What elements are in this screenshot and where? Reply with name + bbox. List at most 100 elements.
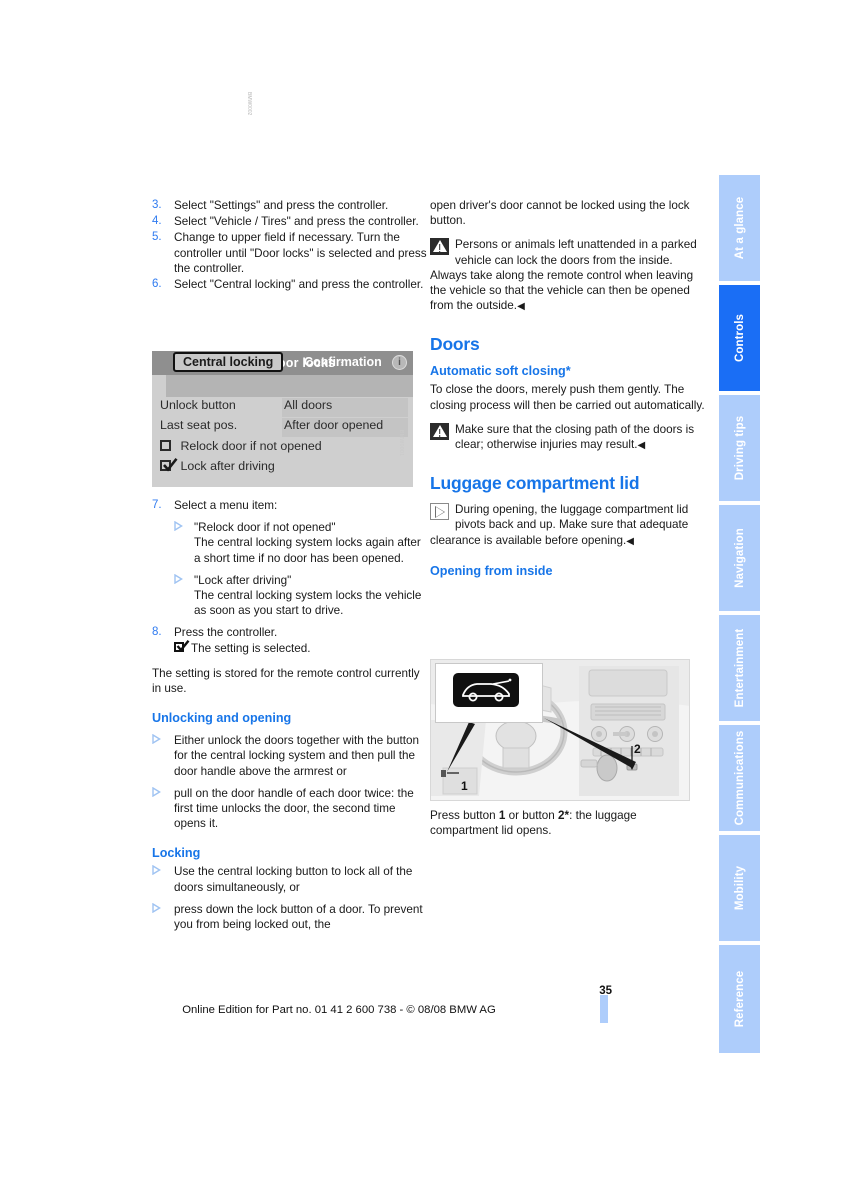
step-text: Change to upper field if necessary. Turn… (174, 231, 427, 275)
bullet-item: press down the lock button of a door. To… (152, 902, 430, 932)
caption-bold-2: 2* (558, 809, 570, 822)
end-mark: ◀ (626, 535, 634, 547)
checkbox-label: Lock after driving (180, 459, 275, 473)
step8-result: The setting is selected. (191, 641, 311, 655)
step-number: 7. (152, 499, 162, 511)
idrive-settings-list: Unlock button All doors Last seat pos. A… (152, 397, 413, 487)
end-mark: ◀ (517, 301, 525, 313)
right-text-column: open driver's door cannot be locked usin… (430, 198, 708, 582)
warning-triangle-icon (430, 422, 449, 440)
row-key: Last seat pos. (160, 418, 238, 432)
stored-note: The setting is stored for the remote con… (152, 666, 420, 696)
figure-watermark: BMW0001 (398, 430, 404, 457)
triangle-bullet-icon (152, 786, 174, 832)
tab-label: Reference (733, 970, 746, 1028)
checkbox-checked-icon (160, 457, 178, 472)
step-text: Select "Settings" and press the controll… (174, 199, 389, 212)
heading-automatic-soft-closing: Automatic soft closing* (430, 364, 571, 379)
sub-bullet-text: "Lock after driving" The central locking… (194, 573, 430, 619)
tab-label: Controls (733, 313, 746, 363)
step8-text: Press the controller. (174, 626, 278, 640)
idrive-row-last-seat-pos[interactable]: Last seat pos. After door opened (152, 417, 413, 437)
idrive-screen-figure: ‹ Door locks › i Central locking Confirm… (152, 351, 413, 487)
tab-at-a-glance[interactable]: At a glance (719, 175, 760, 283)
idrive-checkbox-lock-after-driving[interactable]: Lock after driving (160, 457, 275, 473)
triangle-bullet-icon (152, 902, 174, 932)
warning-note: Persons or animals left unattended in a … (430, 237, 708, 314)
step-item: 6. Select "Central locking" and press th… (152, 277, 430, 292)
info-icon[interactable]: i (392, 355, 407, 370)
idrive-tab-confirmation[interactable]: Confirmation (304, 353, 382, 372)
row-value: All doors (284, 398, 333, 412)
row-key: Unlock button (160, 398, 236, 412)
bullet-text: Either unlock the doors together with th… (174, 734, 419, 778)
triangle-bullet-icon (174, 520, 194, 566)
sub-bullet-text: "Relock door if not opened" The central … (194, 520, 430, 566)
step-item: 5. Change to upper field if necessary. T… (152, 230, 430, 276)
heading-doors: Doors (430, 334, 480, 355)
step-number: 5. (152, 231, 162, 244)
warning-body: Persons or animals left unattended in a … (430, 238, 697, 313)
info-body: During opening, the luggage compartment … (430, 503, 689, 547)
checkbox-label: Relock door if not opened (180, 439, 322, 453)
end-mark: ◀ (637, 440, 646, 452)
triangle-bullet-icon (174, 573, 194, 619)
sub-bullet-item: "Relock door if not opened" The central … (174, 520, 430, 566)
caption-part-1: Press button (430, 809, 499, 822)
tab-navigation[interactable]: Navigation (719, 505, 760, 613)
tab-label: Entertainment (733, 628, 746, 708)
tab-controls[interactable]: Controls (719, 285, 760, 393)
idrive-row-unlock-button[interactable]: Unlock button All doors (152, 397, 413, 417)
warning-text: Make sure that the closing path of the d… (455, 423, 694, 451)
play-triangle-icon (430, 503, 449, 521)
manual-page: At a glance Controls Driving tips Naviga… (0, 0, 848, 1200)
tab-mobility[interactable]: Mobility (719, 835, 760, 943)
step-text: Select "Central locking" and press the c… (174, 278, 424, 292)
idrive-tab-row-stub (152, 375, 166, 397)
step-text: Press the controller. The setting is sel… (174, 625, 430, 655)
step-text: Select a menu item: (174, 499, 278, 512)
tab-label: Navigation (733, 528, 746, 588)
step-item: 8. Press the controller. The setting is … (152, 625, 430, 655)
photo-watermark: BMW0002 (246, 92, 252, 116)
tab-label: Communications (733, 730, 746, 826)
bullet-item: Use the central locking button to lock a… (152, 864, 430, 894)
footer-text: Online Edition for Part no. 01 41 2 600 … (182, 1004, 496, 1016)
warning-text: Persons or animals left unattended in a … (430, 238, 697, 312)
warning-note: Make sure that the closing path of the d… (430, 422, 708, 453)
step-number: 3. (152, 199, 162, 211)
tab-driving-tips[interactable]: Driving tips (719, 395, 760, 503)
photo-caption: Press button 1 or button 2*: the luggage… (430, 808, 708, 838)
row-value: After door opened (284, 418, 384, 432)
checkbox-unchecked-icon (160, 440, 171, 451)
sub-bullet-title: "Relock door if not opened" (194, 521, 336, 535)
heading-opening-from-inside: Opening from inside (430, 563, 553, 578)
bullet-item: pull on the door handle of each door twi… (152, 786, 430, 832)
interior-photo-figure: 1 2 (430, 659, 690, 801)
step-number: 8. (152, 626, 162, 639)
sub-bullet-title: "Lock after driving" (194, 573, 292, 587)
sub-bullet-body: The central locking system locks again a… (194, 536, 421, 565)
idrive-tab-row (152, 375, 413, 397)
idrive-checkbox-relock-door[interactable]: Relock door if not opened (160, 439, 322, 453)
heading-locking: Locking (152, 846, 201, 861)
tab-label: At a glance (733, 196, 746, 260)
continuation-paragraph: open driver's door cannot be locked usin… (430, 199, 690, 228)
bullet-text: press down the lock button of a door. To… (174, 902, 423, 932)
warning-triangle-icon (430, 238, 449, 256)
step-item: 4. Select "Vehicle / Tires" and press th… (152, 214, 430, 229)
tab-label: Driving tips (733, 415, 746, 481)
step-number: 6. (152, 278, 162, 291)
left-text-column-lower: 7. Select a menu item: "Relock door if n… (152, 498, 430, 932)
step-item: 7. Select a menu item: (152, 498, 430, 513)
idrive-tab-central-locking[interactable]: Central locking (173, 352, 284, 372)
step-item: 3. Select "Settings" and press the contr… (152, 198, 430, 213)
tab-entertainment[interactable]: Entertainment (719, 615, 760, 723)
tab-reference[interactable]: Reference (719, 945, 760, 1053)
bullet-text: Use the central locking button to lock a… (174, 865, 413, 894)
tab-label: Mobility (733, 865, 746, 911)
triangle-bullet-icon (152, 864, 174, 894)
info-note: During opening, the luggage compartment … (430, 502, 708, 549)
checkbox-check-icon (174, 639, 190, 653)
tab-communications[interactable]: Communications (719, 725, 760, 833)
